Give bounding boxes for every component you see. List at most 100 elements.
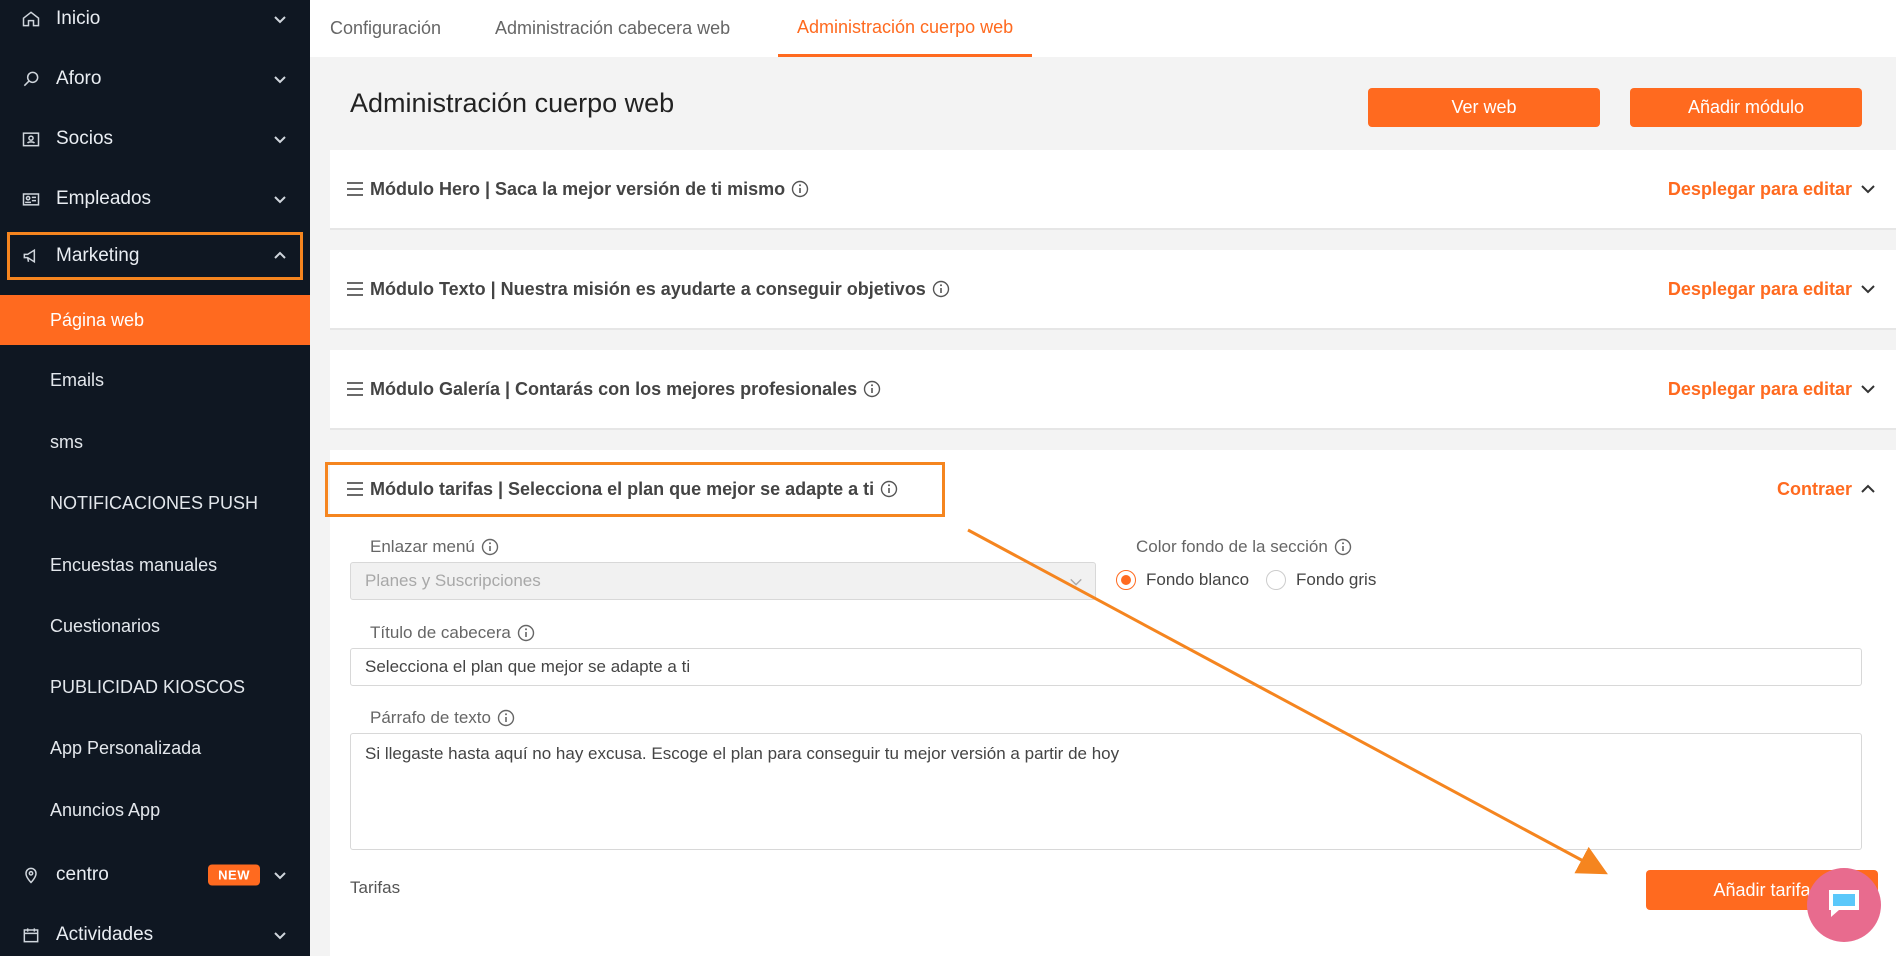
module-title: Módulo Texto | Nuestra misión es ayudart… (370, 278, 926, 299)
bg-color-label: Color fondo de la sección (1136, 537, 1352, 557)
expand-edit-button[interactable]: Desplegar para editar (1668, 350, 1876, 428)
tab-bar: Configuración Administración cabecera we… (310, 0, 1896, 57)
sidebar-item-label: Inicio (56, 8, 101, 29)
chevron-down-icon (1860, 181, 1876, 197)
link-menu-label: Enlazar menú (370, 537, 499, 557)
sidebar-item-actividades[interactable]: Actividades (0, 906, 310, 956)
chevron-down-icon (1860, 381, 1876, 397)
link-menu-select[interactable]: Planes y Suscripciones (350, 562, 1096, 600)
sidebar-subitem-sms[interactable]: sms (0, 417, 310, 467)
module-header[interactable]: Módulo Galería | Contarás con los mejore… (346, 350, 881, 428)
sidebar-subitem-notificaciones-push[interactable]: NOTIFICACIONES PUSH (0, 478, 310, 528)
module-galeria: Módulo Galería | Contarás con los mejore… (330, 350, 1896, 430)
sidebar-item-socios[interactable]: Socios (0, 110, 310, 168)
new-badge: NEW (208, 864, 260, 886)
sidebar-item-label: Empleados (56, 188, 152, 209)
sidebar-item-inicio[interactable]: Inicio (0, 0, 310, 48)
add-module-button[interactable]: Añadir módulo (1630, 88, 1862, 127)
sidebar-subitem-label: Emails (50, 369, 105, 390)
chevron-down-icon (272, 11, 288, 27)
sidebar-subitem-label: Anuncios App (50, 799, 161, 820)
sidebar-item-marketing[interactable]: Marketing (7, 232, 303, 280)
info-icon[interactable] (481, 538, 499, 556)
sidebar-subitem-publicidad-kioscos[interactable]: PUBLICIDAD KIOSCOS (0, 662, 310, 712)
sidebar: Inicio Aforo Socios Empleados Marketing … (0, 0, 310, 956)
radio-label: Fondo blanco (1146, 570, 1250, 589)
sidebar-subitem-label: Página web (50, 309, 145, 330)
info-icon[interactable] (932, 280, 950, 298)
drag-handle-icon[interactable] (346, 281, 364, 297)
sidebar-subitem-label: NOTIFICACIONES PUSH (50, 492, 259, 513)
id-card-icon (20, 188, 42, 210)
collapse-button[interactable]: Contraer (1777, 450, 1876, 528)
module-action-label: Desplegar para editar (1667, 378, 1852, 399)
sidebar-item-label: Marketing (56, 245, 140, 266)
drag-handle-icon[interactable] (346, 181, 364, 197)
module-header[interactable]: Módulo Texto | Nuestra misión es ayudart… (346, 250, 950, 328)
sidebar-item-centro[interactable]: centro NEW (0, 846, 310, 904)
info-icon[interactable] (791, 180, 809, 198)
radio-label: Fondo gris (1296, 570, 1377, 589)
chevron-down-icon (272, 927, 288, 943)
sidebar-item-aforo[interactable]: Aforo (0, 50, 310, 108)
sidebar-subitem-cuestionarios[interactable]: Cuestionarios (0, 601, 310, 651)
field-label-text: Color fondo de la sección (1136, 537, 1328, 556)
sidebar-subitem-label: sms (50, 431, 83, 452)
expand-edit-button[interactable]: Desplegar para editar (1668, 250, 1876, 328)
tab-label: Administración cuerpo web (797, 16, 1014, 37)
sidebar-subitem-label: App Personalizada (50, 737, 202, 758)
tab-configuracion[interactable]: Configuración (330, 0, 441, 57)
field-label-text: Título de cabecera (370, 623, 511, 642)
tab-label: Configuración (330, 18, 442, 38)
home-icon (20, 8, 42, 30)
module-texto: Módulo Texto | Nuestra misión es ayudart… (330, 250, 1896, 330)
sidebar-subitem-anuncios-app[interactable]: Anuncios App (0, 785, 310, 835)
rates-label: Tarifas (350, 878, 401, 897)
sidebar-subitem-emails[interactable]: Emails (0, 355, 310, 405)
highlight-box (325, 462, 945, 517)
header-title-label: Título de cabecera (370, 623, 535, 643)
input-value: Selecciona el plan que mejor se adapte a… (365, 657, 691, 676)
paragraph-label: Párrafo de texto (370, 708, 515, 728)
chevron-down-icon (272, 867, 288, 883)
view-web-button[interactable]: Ver web (1368, 88, 1600, 127)
info-icon[interactable] (863, 380, 881, 398)
radio-selected-icon (1116, 570, 1136, 590)
chat-support-button[interactable] (1807, 868, 1881, 942)
chevron-down-icon (1069, 574, 1083, 588)
sidebar-subitem-label: Encuestas manuales (50, 554, 218, 575)
sidebar-item-label: centro (56, 864, 109, 885)
paragraph-textarea[interactable]: Si llegaste hasta aquí no hay excusa. Es… (350, 733, 1862, 850)
drag-handle-icon[interactable] (346, 381, 364, 397)
radio-unselected-icon (1266, 570, 1286, 590)
header-title-input[interactable]: Selecciona el plan que mejor se adapte a… (350, 648, 1862, 686)
module-title: Módulo Hero | Saca la mejor versión de t… (370, 178, 786, 199)
chevron-down-icon (272, 131, 288, 147)
sidebar-subitem-encuestas[interactable]: Encuestas manuales (0, 540, 310, 590)
location-pin-icon (20, 864, 42, 886)
info-icon[interactable] (497, 709, 515, 727)
module-hero: Módulo Hero | Saca la mejor versión de t… (330, 150, 1896, 230)
contact-card-icon (20, 128, 42, 150)
module-action-label: Desplegar para editar (1667, 178, 1852, 199)
tab-cabecera-web[interactable]: Administración cabecera web (495, 0, 730, 57)
bg-white-radio[interactable]: Fondo blanco (1116, 570, 1249, 590)
chevron-down-icon (1860, 281, 1876, 297)
sidebar-item-label: Actividades (56, 924, 154, 945)
chevron-up-icon (1860, 481, 1876, 497)
sidebar-subitem-pagina-web[interactable]: Página web (0, 295, 310, 345)
chevron-down-icon (272, 71, 288, 87)
info-icon[interactable] (517, 624, 535, 642)
sidebar-subitem-app-personalizada[interactable]: App Personalizada (0, 723, 310, 773)
module-tarifas: Módulo tarifas | Selecciona el plan que … (330, 450, 1896, 956)
module-header[interactable]: Módulo Hero | Saca la mejor versión de t… (346, 150, 809, 228)
sidebar-item-label: Aforo (56, 68, 102, 89)
expand-edit-button[interactable]: Desplegar para editar (1668, 150, 1876, 228)
bg-gray-radio[interactable]: Fondo gris (1266, 570, 1376, 590)
info-icon[interactable] (1334, 538, 1352, 556)
page-title: Administración cuerpo web (350, 88, 675, 118)
sidebar-item-empleados[interactable]: Empleados (0, 170, 310, 228)
tab-cuerpo-web[interactable]: Administración cuerpo web (778, 0, 1033, 57)
module-title: Módulo Galería | Contarás con los mejore… (370, 378, 858, 399)
field-label-text: Párrafo de texto (370, 708, 491, 727)
